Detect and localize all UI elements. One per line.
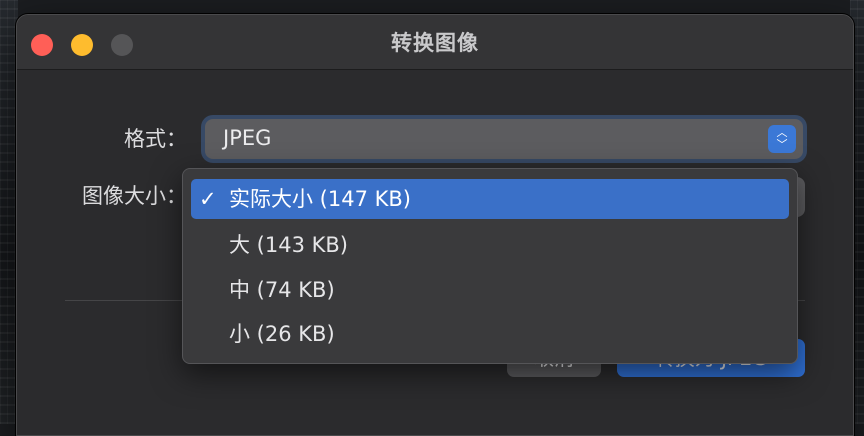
image-size-label: 图像大小： (82, 184, 187, 208)
format-popup[interactable]: JPEG ︿ ﹀ (205, 119, 803, 159)
menu-item-label: 大 (143 KB) (229, 233, 348, 257)
image-size-menu: ✓ 实际大小 (147 KB) 大 (143 KB) 中 (74 KB) 小 (… (182, 168, 798, 364)
checkmark-icon: ✓ (199, 187, 217, 211)
chevron-updown-icon: ︿ ﹀ (768, 125, 796, 153)
title-bar: 转换图像 (17, 15, 853, 70)
window-title: 转换图像 (391, 31, 479, 55)
menu-item-label: 小 (26 KB) (229, 322, 335, 346)
menu-item-label: 中 (74 KB) (229, 278, 335, 302)
menu-item-medium[interactable]: 中 (74 KB) (191, 270, 789, 310)
menu-item-actual-size[interactable]: ✓ 实际大小 (147 KB) (191, 179, 789, 219)
format-label: 格式： (124, 127, 187, 151)
menu-item-small[interactable]: 小 (26 KB) (191, 314, 789, 354)
format-value: JPEG (223, 126, 272, 150)
menu-item-large[interactable]: 大 (143 KB) (191, 225, 789, 265)
menu-item-label: 实际大小 (147 KB) (229, 187, 411, 211)
